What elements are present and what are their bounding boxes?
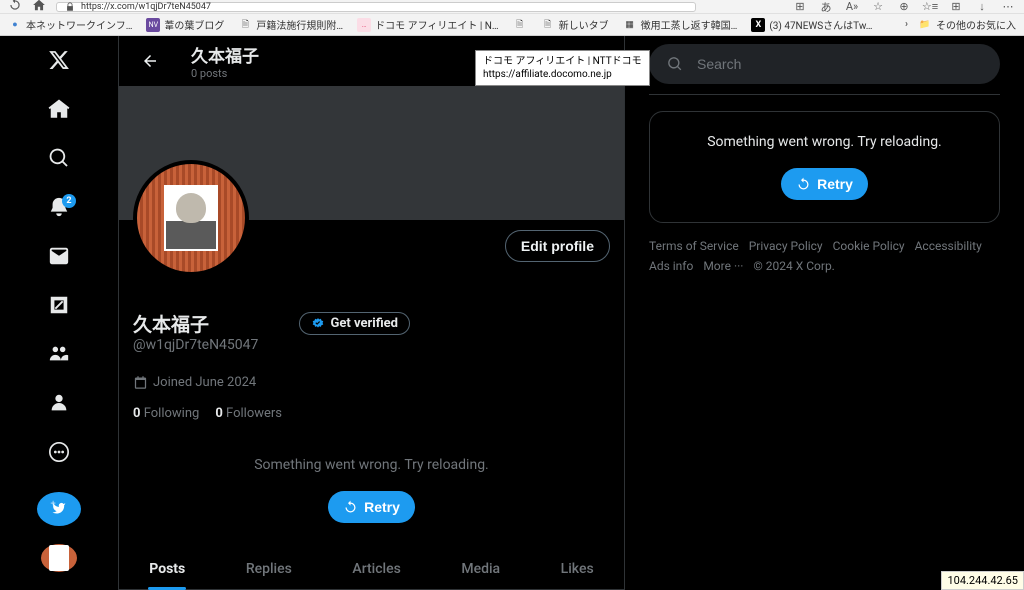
footer-link[interactable]: Privacy Policy [749,239,823,253]
tooltip: ドコモ アフィリエイト | NTTドコモ https://affiliate.d… [475,50,650,86]
x-logo[interactable] [39,44,79,75]
home-nav[interactable] [39,93,79,124]
verified-badge-icon [311,317,325,331]
reload-icon [796,177,811,192]
search-input[interactable] [697,56,982,72]
refresh-icon[interactable] [8,0,22,16]
collections2-icon[interactable]: ⊞ [948,0,964,15]
display-name: 久本福子 [133,310,209,337]
explore-nav[interactable] [39,142,79,173]
favorites-bar-icon[interactable]: ☆≡ [922,0,938,15]
card-retry-button[interactable]: Retry [781,168,868,200]
bookmark-item[interactable]: 🗎新しいタブ [541,17,609,32]
communities-nav[interactable] [39,339,79,370]
more-icon[interactable]: ⋯ [1000,0,1016,15]
messages-nav[interactable] [39,240,79,271]
edit-profile-button[interactable]: Edit profile [505,230,610,262]
posts-count: 0 posts [191,67,259,80]
notifications-nav[interactable]: 2 [39,191,79,222]
home-icon[interactable] [32,0,46,16]
url-bar[interactable]: https://x.com/w1qjDr7teN45047 [56,2,696,12]
calendar-icon [133,375,148,390]
main-column: 久本福子 0 posts ドコモ アフィリエイト | NTTドコモ https:… [118,36,625,590]
footer-link[interactable]: Accessibility [915,239,982,253]
joined-date: Joined June 2024 [133,375,610,390]
downloads-icon[interactable]: ↓ [974,0,990,15]
chevron-right-icon[interactable]: › [905,19,908,30]
followers-link[interactable]: 0 Followers [215,406,282,421]
bookmark-item[interactable]: 🗎戸籍法施行規則附… [238,17,343,32]
following-link[interactable]: 0 Following [133,406,199,421]
header-title: 久本福子 [191,42,259,67]
tab-replies[interactable]: Replies [240,549,298,589]
read-aloud-icon[interactable]: A» [844,0,860,15]
footer-link[interactable]: More ··· [703,259,743,273]
favorite-icon[interactable]: ☆ [870,0,886,15]
footer-link[interactable]: Terms of Service [649,239,739,253]
translate-icon[interactable]: あ [818,0,834,15]
grok-nav[interactable] [39,289,79,320]
other-bookmarks[interactable]: 📁その他のお気に入 [918,17,1016,32]
compose-button[interactable] [37,492,81,526]
card-error-message: Something went wrong. Try reloading. [666,134,983,150]
more-nav[interactable] [39,437,79,468]
get-verified-button[interactable]: Get verified [299,312,410,335]
tab-likes[interactable]: Likes [555,549,600,589]
reload-icon [343,500,358,515]
profile-avatar[interactable] [133,160,249,276]
bookmark-item[interactable]: 🗎 [513,18,527,32]
profile-header: 久本福子 0 posts ドコモ アフィリエイト | NTTドコモ https:… [119,36,624,86]
footer-link[interactable]: Cookie Policy [833,239,905,253]
lock-icon [65,2,75,12]
footer-links: Terms of Service Privacy Policy Cookie P… [649,239,1000,273]
search-box[interactable] [649,44,1000,84]
bookmark-item[interactable]: ●本ネットワークインフ… [8,17,132,32]
bookmark-item[interactable]: X(3) 47NEWSさんはTw… [751,17,872,32]
bookmarks-bar: ●本ネットワークインフ… NV葦の葉ブログ 🗎戸籍法施行規則附… …ドコモ アフ… [0,14,1024,36]
browser-toolbar: https://x.com/w1qjDr7teN45047 ⊞ あ A» ☆ ⊕… [0,0,1024,14]
left-nav: 2 [0,36,118,590]
right-column: Something went wrong. Try reloading. Ret… [625,36,1024,590]
notification-badge: 2 [62,194,76,208]
footer-copyright: © 2024 X Corp. [753,259,834,273]
bookmark-item[interactable]: NV葦の葉ブログ [146,17,224,32]
account-avatar[interactable] [41,544,77,572]
tab-media[interactable]: Media [455,549,506,589]
url-text: https://x.com/w1qjDr7teN45047 [81,2,211,12]
error-message: Something went wrong. Try reloading. [119,457,624,473]
footer-link[interactable]: Ads info [649,259,693,273]
user-handle: @w1qjDr7teN45047 [133,337,610,353]
bookmark-item[interactable]: …ドコモ アフィリエイト | N… [357,17,499,32]
tab-articles[interactable]: Articles [346,549,406,589]
search-icon [667,56,683,72]
sidebar-card: Something went wrong. Try reloading. Ret… [649,111,1000,223]
retry-button[interactable]: Retry [328,491,415,523]
tab-posts[interactable]: Posts [143,549,191,589]
ip-badge: 104.244.42.65 [941,571,1024,590]
profile-nav[interactable] [39,388,79,419]
collections-icon[interactable]: ⊕ [896,0,912,15]
profile-tabs: Posts Replies Articles Media Likes [119,549,624,590]
bookmark-item[interactable]: ▦徴用工蒸し返す韓国… [623,17,738,32]
back-button[interactable] [133,44,167,78]
extension-icon[interactable]: ⊞ [792,0,808,15]
